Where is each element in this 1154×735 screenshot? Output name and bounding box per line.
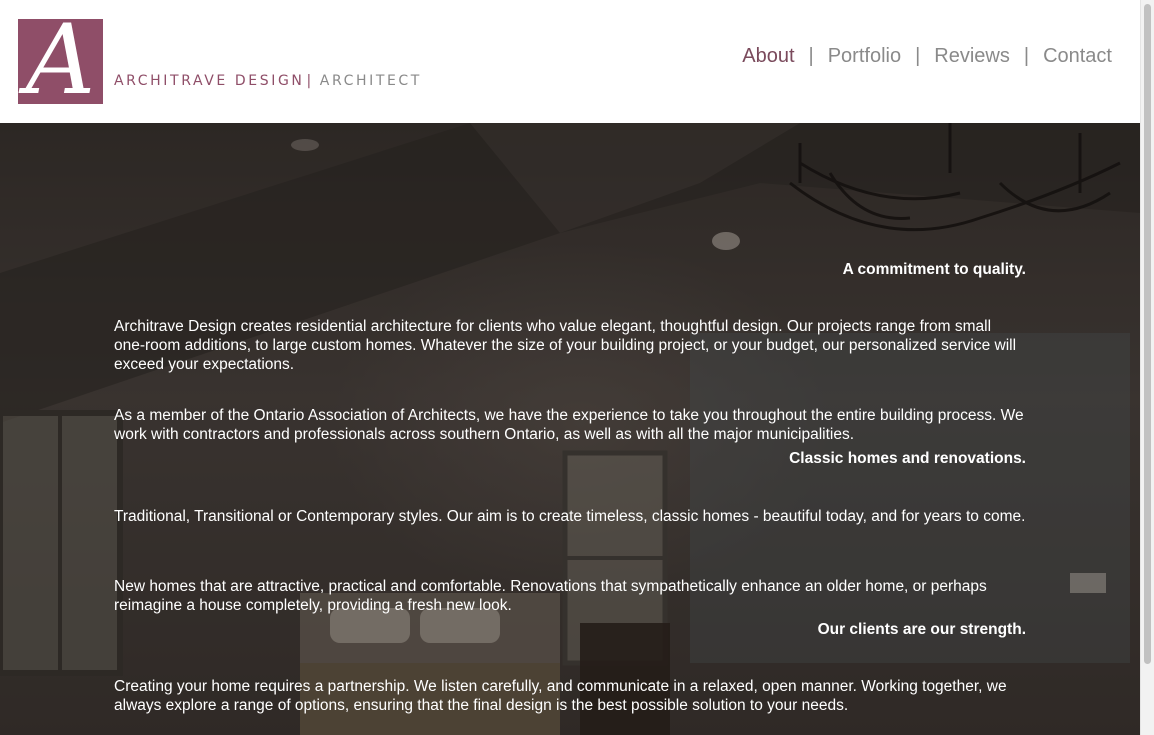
logo-letter: A: [25, 19, 96, 104]
nav-divider: |: [915, 44, 921, 67]
main-nav: About | Portfolio | Reviews | Contact: [742, 43, 1112, 69]
paragraph: New homes that are attractive, practical…: [114, 578, 987, 614]
section-heading: A commitment to quality.: [842, 261, 1026, 278]
page-scrollbar[interactable]: [1140, 0, 1154, 735]
scrollbar-thumb[interactable]: [1144, 4, 1151, 664]
section-heading: Classic homes and renovations.: [789, 450, 1026, 467]
section-heading: Our clients are our strength.: [817, 621, 1026, 638]
paragraph: Creating your home requires a partnershi…: [114, 678, 1007, 714]
nav-portfolio[interactable]: Portfolio: [828, 45, 901, 68]
brand-name: ARCHITRAVE DESIGN: [114, 73, 305, 89]
site-header: A ARCHITRAVE DESIGN | ARCHITECT About | Po…: [0, 0, 1140, 123]
nav-contact[interactable]: Contact: [1043, 45, 1112, 68]
brand-role: ARCHITECT: [319, 73, 422, 89]
brand-separator: |: [306, 73, 314, 89]
nav-divider: |: [1023, 44, 1030, 67]
nav-about[interactable]: About: [742, 45, 794, 68]
paragraph: Traditional, Transitional or Contemporar…: [114, 508, 1026, 525]
nav-reviews[interactable]: Reviews: [934, 45, 1010, 68]
logo-mark[interactable]: A: [18, 19, 103, 104]
brand-wordmark[interactable]: ARCHITRAVE DESIGN | ARCHITECT: [114, 72, 422, 90]
paragraph: Architrave Design creates residential ar…: [114, 318, 1017, 373]
nav-divider: |: [808, 44, 814, 67]
hero-section: A commitment to quality. Architrave Desi…: [0, 123, 1140, 735]
paragraph: As a member of the Ontario Association o…: [114, 407, 1024, 443]
